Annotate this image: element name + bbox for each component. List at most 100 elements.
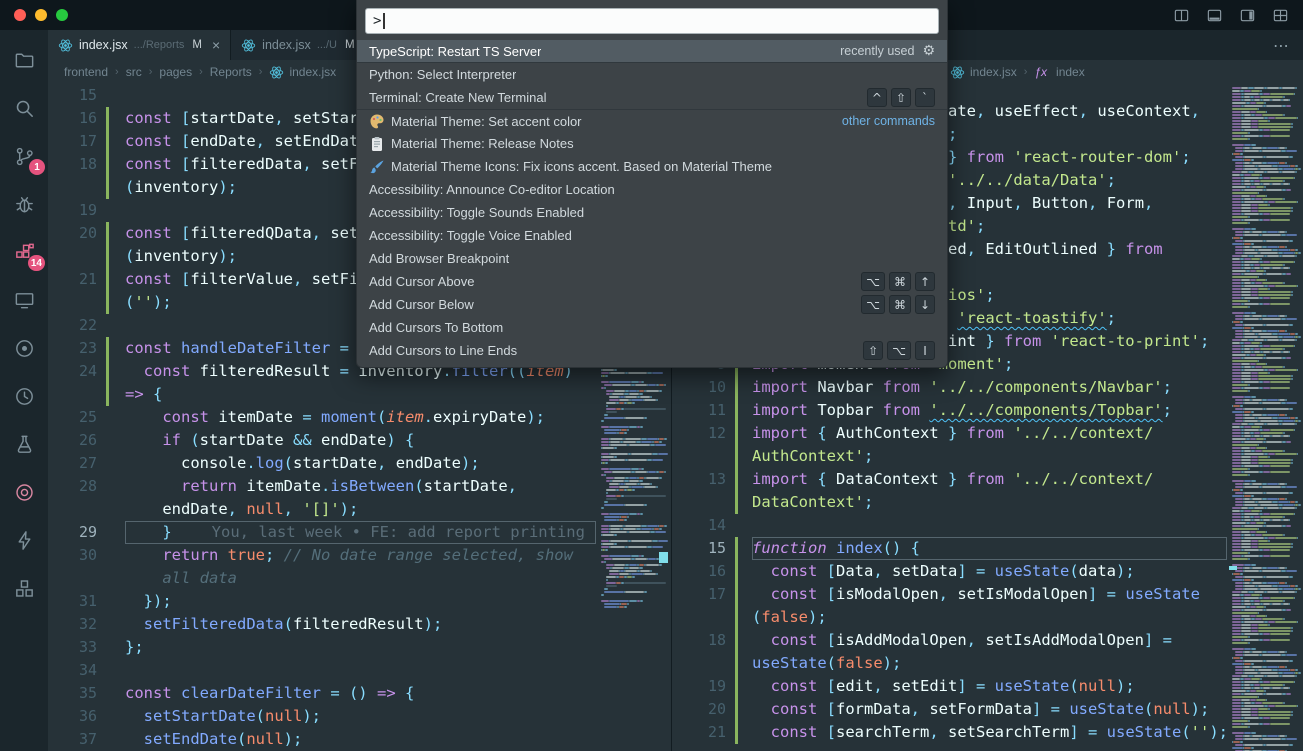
palette-icon bbox=[369, 113, 385, 129]
command-item[interactable]: Add Cursors To Bottom bbox=[357, 316, 947, 339]
other-commands-link[interactable]: other commands bbox=[842, 114, 935, 128]
command-item[interactable]: Add Browser Breakpoint bbox=[357, 247, 947, 270]
command-item[interactable]: Add Cursors To Top bbox=[357, 362, 947, 368]
breadcrumb-item[interactable]: src bbox=[126, 65, 142, 79]
code-line-37[interactable]: 37 setEndDate(null); bbox=[48, 728, 597, 751]
activity-badge: 1 bbox=[29, 159, 45, 175]
activity-flask-icon[interactable] bbox=[0, 420, 48, 468]
command-item[interactable]: Add Cursor Above ⌥⌘↑ bbox=[357, 270, 947, 293]
command-item[interactable]: Add Cursor Below ⌥⌘↓ bbox=[357, 293, 947, 316]
tab-path: .../U bbox=[317, 39, 337, 51]
code-line-25[interactable]: 25 const itemDate = moment(item.expiryDa… bbox=[48, 406, 597, 429]
code-line-15[interactable]: 15function index() { bbox=[672, 537, 1228, 560]
code-line-10[interactable]: 10import Navbar from '../../components/N… bbox=[672, 376, 1228, 399]
command-item[interactable]: Material Theme: Release Notes bbox=[357, 132, 947, 155]
git-status-badge: M bbox=[345, 39, 355, 51]
code-line-34[interactable]: 34 bbox=[48, 659, 597, 682]
tab-label: index.jsx bbox=[262, 38, 311, 52]
command-item[interactable]: Accessibility: Toggle Sounds Enabled bbox=[357, 201, 947, 224]
minimap-right[interactable] bbox=[1228, 84, 1303, 751]
code-line-16[interactable]: 16 const [Data, setData] = useState(data… bbox=[672, 560, 1228, 583]
editor-tab[interactable]: index.jsx .../U M bbox=[231, 30, 365, 60]
split-editor-icon[interactable] bbox=[1173, 7, 1190, 24]
command-item[interactable]: Material Theme Icons: Fix icons accent. … bbox=[357, 155, 947, 178]
activity-remote-icon[interactable] bbox=[0, 276, 48, 324]
code-line-14[interactable]: 14 bbox=[672, 514, 1228, 537]
command-label: Add Cursor Above bbox=[369, 274, 475, 289]
activity-debug-icon[interactable] bbox=[0, 180, 48, 228]
activity-files-icon[interactable] bbox=[0, 36, 48, 84]
minimap-marker bbox=[1229, 566, 1237, 570]
command-label: TypeScript: Restart TS Server bbox=[369, 44, 541, 59]
code-line-12[interactable]: 12import { AuthContext } from '../../con… bbox=[672, 422, 1228, 445]
command-palette: > TypeScript: Restart TS Server recently … bbox=[356, 0, 948, 368]
code-line-wrap[interactable]: => { bbox=[48, 383, 597, 406]
activity-clock-icon[interactable] bbox=[0, 372, 48, 420]
command-item[interactable]: Accessibility: Announce Co-editor Locati… bbox=[357, 178, 947, 201]
breadcrumb-item[interactable]: index.jsx bbox=[269, 65, 336, 80]
toggle-secondary-sidebar-icon[interactable] bbox=[1239, 7, 1256, 24]
keybinding: ⌥⌘↑ bbox=[861, 272, 935, 291]
code-line-wrap[interactable]: (false); bbox=[672, 606, 1228, 629]
activity-zap-icon[interactable] bbox=[0, 516, 48, 564]
code-line-wrap[interactable]: all data bbox=[48, 567, 597, 590]
breadcrumb-symbol[interactable]: ƒxindex bbox=[1034, 65, 1084, 79]
command-list: TypeScript: Restart TS Server recently us… bbox=[357, 40, 947, 368]
toggle-panel-icon[interactable] bbox=[1206, 7, 1223, 24]
editor-tab[interactable]: index.jsx.../ReportsM× bbox=[48, 30, 231, 60]
code-line-30[interactable]: 30 return true; // No date range selecte… bbox=[48, 544, 597, 567]
code-line-13[interactable]: 13import { DataContext } from '../../con… bbox=[672, 468, 1228, 491]
activity-search-icon[interactable] bbox=[0, 84, 48, 132]
close-tab-icon[interactable]: × bbox=[212, 37, 220, 53]
activity-lens-icon[interactable] bbox=[0, 468, 48, 516]
code-line-36[interactable]: 36 setStartDate(null); bbox=[48, 705, 597, 728]
command-item[interactable]: Python: Select Interpreter bbox=[357, 63, 947, 86]
brush-icon bbox=[369, 159, 385, 175]
code-line-32[interactable]: 32 setFilteredData(filteredResult); bbox=[48, 613, 597, 636]
breadcrumb-item[interactable]: pages bbox=[159, 65, 192, 79]
inline-blame: You, last week • FE: add report printing bbox=[212, 521, 585, 544]
close-button[interactable] bbox=[14, 9, 26, 21]
code-line-31[interactable]: 31 }); bbox=[48, 590, 597, 613]
code-line-28[interactable]: 28 return itemDate.isBetween(startDate, bbox=[48, 475, 597, 498]
command-label: Add Cursors to Line Ends bbox=[369, 343, 517, 358]
code-line-33[interactable]: 33}; bbox=[48, 636, 597, 659]
command-item[interactable]: TypeScript: Restart TS Server recently us… bbox=[357, 40, 947, 63]
activity-boxes-icon[interactable] bbox=[0, 564, 48, 612]
activity-record-icon[interactable] bbox=[0, 324, 48, 372]
code-line-29[interactable]: 29 }You, last week • FE: add report prin… bbox=[48, 521, 597, 544]
command-label: Add Cursor Below bbox=[369, 297, 474, 312]
code-line-21[interactable]: 21 const [searchTerm, setSearchTerm] = u… bbox=[672, 721, 1228, 744]
command-item[interactable]: Add Cursors to Line Ends⇧⌥I bbox=[357, 339, 947, 362]
code-line-wrap[interactable]: DataContext'; bbox=[672, 491, 1228, 514]
group-label: recently used bbox=[840, 44, 914, 58]
command-item[interactable]: Accessibility: Toggle Voice Enabled bbox=[357, 224, 947, 247]
gear-icon[interactable]: ⚙ bbox=[922, 43, 935, 59]
code-line-wrap[interactable]: useState(false); bbox=[672, 652, 1228, 675]
code-line-17[interactable]: 17 const [isModalOpen, setIsModalOpen] =… bbox=[672, 583, 1228, 606]
minimize-button[interactable] bbox=[35, 9, 47, 21]
zoom-button[interactable] bbox=[56, 9, 68, 21]
code-line-20[interactable]: 20 const [formData, setFormData] = useSt… bbox=[672, 698, 1228, 721]
activity-source-control-icon[interactable]: 1 bbox=[0, 132, 48, 180]
breadcrumb-item[interactable]: index.jsx bbox=[950, 65, 1017, 80]
customize-layout-icon[interactable] bbox=[1272, 7, 1289, 24]
code-line-26[interactable]: 26 if (startDate && endDate) { bbox=[48, 429, 597, 452]
code-line-27[interactable]: 27 console.log(startDate, endDate); bbox=[48, 452, 597, 475]
code-line-wrap[interactable]: endDate, null, '[]'); bbox=[48, 498, 597, 521]
command-item[interactable]: Material Theme: Set accent color other co… bbox=[357, 109, 947, 132]
code-line-11[interactable]: 11import Topbar from '../../components/T… bbox=[672, 399, 1228, 422]
command-label: Material Theme: Set accent color bbox=[391, 114, 582, 129]
breadcrumb-item[interactable]: frontend bbox=[64, 65, 108, 79]
code-line-35[interactable]: 35const clearDateFilter = () => { bbox=[48, 682, 597, 705]
code-line-wrap[interactable]: AuthContext'; bbox=[672, 445, 1228, 468]
code-line-18[interactable]: 18 const [isAddModalOpen, setIsAddModalO… bbox=[672, 629, 1228, 652]
activity-extensions-icon[interactable]: 14 bbox=[0, 228, 48, 276]
more-tabs-icon[interactable]: ⋯ bbox=[1259, 36, 1303, 55]
breadcrumb-item[interactable]: Reports bbox=[210, 65, 252, 79]
keybinding: ⌥⌘↓ bbox=[861, 295, 935, 314]
code-line-19[interactable]: 19 const [edit, setEdit] = useState(null… bbox=[672, 675, 1228, 698]
command-input[interactable]: > bbox=[365, 8, 939, 34]
command-item[interactable]: Terminal: Create New Terminal^⇧` bbox=[357, 86, 947, 109]
keybinding: ^⇧` bbox=[867, 88, 935, 107]
